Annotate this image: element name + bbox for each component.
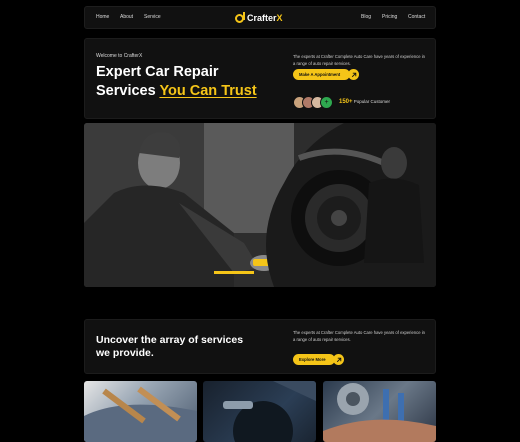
nav-link-blog[interactable]: Blog — [361, 14, 371, 20]
nav-link-about[interactable]: About — [120, 14, 133, 20]
hero-section: Welcome to CrafterX Expert Car Repair Se… — [84, 38, 436, 119]
explore-more-button[interactable]: Explore More — [293, 354, 335, 365]
service-card-wheel[interactable] — [203, 381, 316, 442]
nav-link-service[interactable]: Service — [144, 14, 161, 20]
nav-link-pricing[interactable]: Pricing — [382, 14, 397, 20]
top-navbar: Home About Service CrafterX Blog Pricing… — [84, 6, 436, 29]
customer-avatars: + — [293, 96, 337, 109]
services-description: The experts at Crafter Complete Auto Car… — [293, 330, 425, 342]
hero-headline: Expert Car Repair Services You Can Trust — [96, 64, 257, 99]
arrow-up-right-icon[interactable] — [348, 69, 359, 80]
brakes-photo — [323, 383, 436, 442]
services-section: Uncover the array of services we provide… — [84, 319, 436, 374]
hero-mechanic-photo — [84, 123, 436, 287]
engine-photo — [84, 386, 197, 442]
nav-link-home[interactable]: Home — [96, 14, 109, 20]
hero-welcome-text: Welcome to CrafterX — [96, 53, 143, 59]
customer-count: 150+ Popular Customer — [339, 99, 391, 105]
service-card-engine[interactable] — [84, 381, 197, 442]
services-title: Uncover the array of services we provide… — [96, 334, 244, 359]
hero-description: The experts at Crafter Complete Auto Car… — [293, 54, 425, 66]
nav-link-contact[interactable]: Contact — [408, 14, 425, 20]
brand-logo[interactable]: CrafterX — [235, 11, 283, 25]
wheel-photo — [223, 381, 316, 442]
crafter-logo-icon — [235, 11, 245, 23]
service-cards — [84, 381, 436, 442]
mechanic-image-illustration — [84, 123, 436, 287]
brand-name: CrafterX — [247, 13, 283, 23]
service-card-brakes[interactable] — [323, 381, 436, 442]
plus-icon[interactable]: + — [320, 96, 333, 109]
make-appointment-button[interactable]: Make A Appointment — [293, 69, 350, 80]
page: Home About Service CrafterX Blog Pricing… — [84, 6, 436, 442]
arrow-up-right-icon[interactable] — [333, 354, 344, 365]
